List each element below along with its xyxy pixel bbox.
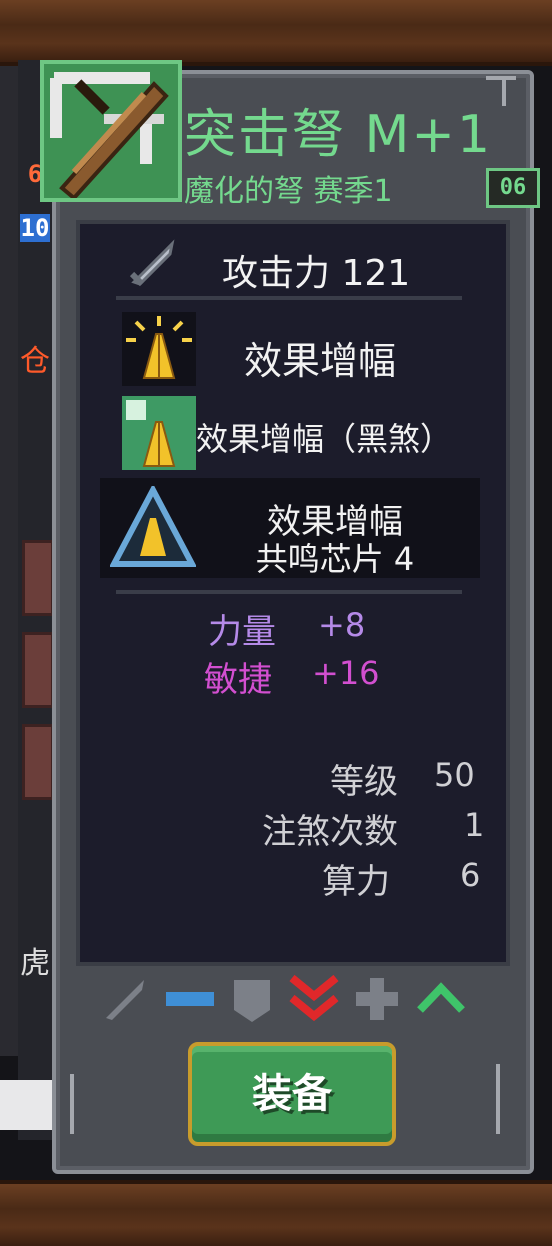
background-char: 虎 bbox=[20, 946, 50, 981]
effect-label: 效果增幅 bbox=[244, 339, 397, 383]
background-tile[interactable] bbox=[22, 724, 54, 800]
equip-button-label: 装备 bbox=[252, 1071, 332, 1117]
info-value: 50 bbox=[434, 756, 475, 794]
background-char: 仓 bbox=[20, 344, 50, 379]
circuit-decoration bbox=[486, 76, 516, 80]
praying-hands-icon bbox=[122, 312, 196, 386]
info-label: 等级 bbox=[330, 762, 398, 802]
attribute-name: 力量 bbox=[208, 612, 276, 652]
circuit-decoration bbox=[496, 1064, 500, 1134]
circuit-decoration bbox=[70, 1074, 74, 1134]
background-strip bbox=[0, 1080, 60, 1130]
attribute-value: +16 bbox=[312, 654, 380, 692]
attribute-name: 敏捷 bbox=[204, 660, 272, 700]
praying-hands-dark-icon bbox=[122, 396, 196, 470]
shield-icon bbox=[234, 980, 270, 1022]
minus-icon bbox=[166, 992, 214, 1006]
background-tile[interactable] bbox=[22, 540, 54, 616]
wood-frame-top bbox=[0, 0, 552, 66]
background-tile[interactable] bbox=[22, 632, 54, 708]
info-value: 6 bbox=[460, 856, 481, 894]
warning-triangle-hands-icon bbox=[110, 486, 196, 567]
up-arrow-icon bbox=[417, 982, 465, 1013]
item-subtitle: 魔化的弩 赛季1 bbox=[184, 174, 393, 209]
weapon-icon-frame bbox=[40, 60, 182, 202]
item-name: 突击弩 M+1 bbox=[184, 105, 493, 165]
double-down-arrow-icon bbox=[289, 974, 339, 1022]
attack-stat: 攻击力 121 bbox=[222, 253, 411, 294]
sword-icon bbox=[129, 239, 175, 287]
sword-compare-icon bbox=[106, 980, 144, 1020]
plus-icon bbox=[356, 978, 398, 1020]
circuit-decoration bbox=[502, 76, 506, 106]
attribute-value: +8 bbox=[318, 606, 366, 644]
info-label: 算力 bbox=[322, 862, 390, 902]
info-value: 1 bbox=[464, 806, 485, 844]
divider bbox=[116, 590, 462, 594]
crossbow-icon bbox=[50, 72, 169, 201]
background-number: 10 bbox=[20, 214, 50, 242]
season-badge: 06 bbox=[486, 168, 540, 208]
equip-button[interactable]: 装备 bbox=[188, 1042, 396, 1146]
compare-bar bbox=[76, 964, 502, 1034]
effect-label: 效果增幅（黑煞） bbox=[196, 420, 453, 458]
wood-frame-bottom bbox=[0, 1180, 552, 1246]
divider bbox=[116, 296, 462, 300]
info-label: 注煞次数 bbox=[262, 812, 398, 852]
resonance-line2: 共鸣芯片 4 bbox=[255, 540, 415, 578]
